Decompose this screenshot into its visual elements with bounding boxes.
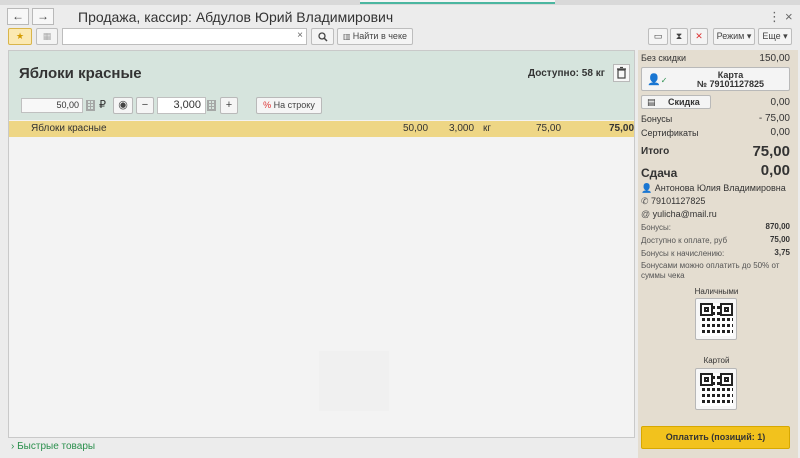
cash-label: Наличными xyxy=(694,287,739,296)
customer-bonuses-label: Бонусы: xyxy=(641,223,671,232)
person-icon: 👤 xyxy=(641,183,655,193)
user-check-icon: 👤✓ xyxy=(647,74,668,86)
product-name: Яблоки красные xyxy=(19,65,142,82)
pay-button[interactable]: Оплатить (позиций: 1) xyxy=(641,426,790,449)
available-to-pay-label: Доступно к оплате, руб xyxy=(641,236,728,245)
no-discount-label: Без скидки xyxy=(641,53,687,63)
accrual-value: 3,75 xyxy=(774,248,790,257)
total-value: 75,00 xyxy=(752,143,790,160)
customer-phone: 79101127825 xyxy=(651,196,706,206)
customer-bonuses-value: 870,00 xyxy=(765,222,790,231)
close-icon[interactable]: × xyxy=(785,9,793,24)
available-to-pay-value: 75,00 xyxy=(769,235,790,244)
at-sign-icon: @ xyxy=(641,209,653,219)
accrual-label: Бонусы к начислению: xyxy=(641,249,725,258)
row-name: Яблоки красные xyxy=(31,123,107,134)
cancel-x-icon[interactable]: ✕ xyxy=(690,28,708,45)
customer-email: yulicha@mail.ru xyxy=(652,209,717,219)
certificates-value: 0,00 xyxy=(770,127,790,138)
grid-icon[interactable]: ▦ xyxy=(36,28,58,45)
row-sum: 75,00 xyxy=(536,123,562,134)
comment-icon[interactable]: ▭ xyxy=(648,28,668,45)
plus-button[interactable]: + xyxy=(220,97,238,114)
eye-icon[interactable]: ◉ xyxy=(113,97,133,114)
row-unit: кг xyxy=(483,123,492,134)
active-tab[interactable] xyxy=(360,0,555,4)
window-title: Продажа, кассир: Абдулов Юрий Владимиров… xyxy=(78,9,394,25)
to-row-button[interactable]: % На строку xyxy=(256,97,322,114)
summary-panel: Без скидки 150,00 👤✓ Карта № 79101127825… xyxy=(638,50,798,458)
certificates-label: Сертификаты xyxy=(641,128,699,138)
search-input[interactable]: × xyxy=(62,28,307,45)
mode-label: Режим xyxy=(716,31,745,41)
loyalty-card-button[interactable]: 👤✓ Карта № 79101127825 xyxy=(641,67,790,91)
barcode-icon: ▥ xyxy=(343,32,353,41)
empty-area xyxy=(319,351,389,411)
row-price: 50,00 xyxy=(403,123,429,134)
forward-button[interactable]: → xyxy=(32,8,54,25)
card-qr-button[interactable] xyxy=(695,368,737,410)
toolbar: ★ ▦ × ▥ Найти в чеке ▭ ⧗ ✕ Режим ▾ Еще ▾ xyxy=(0,28,800,48)
more-vert-icon[interactable]: ⋮ xyxy=(768,9,781,25)
title-bar: ← → Продажа, кассир: Абдулов Юрий Владим… xyxy=(0,5,800,29)
qr-code-icon xyxy=(700,303,733,336)
bonuses-label: Бонусы xyxy=(641,114,673,124)
customer-name: Антонова Юлия Владимировна xyxy=(654,183,786,193)
bonus-note: Бонусами можно оплатить до 50% от суммы … xyxy=(641,261,780,280)
customer-email-row: @ yulicha@mail.ru xyxy=(641,209,717,219)
phone-icon: ✆ xyxy=(641,196,652,206)
minus-button[interactable]: − xyxy=(136,97,154,114)
clear-search-icon[interactable]: × xyxy=(297,30,303,41)
more-label: Еще xyxy=(762,31,781,41)
product-card: Яблоки красные Доступно: 58 кг 50,00 ₽ ◉… xyxy=(9,51,634,120)
hourglass-icon[interactable]: ⧗ xyxy=(670,28,688,45)
card-pay-label: Картой xyxy=(703,356,730,365)
discount-value: 0,00 xyxy=(770,97,790,108)
receipt-panel: Яблоки красные Доступно: 58 кг 50,00 ₽ ◉… xyxy=(8,50,635,438)
quick-goods-label: Быстрые товары xyxy=(17,441,96,452)
no-discount-value: 150,00 xyxy=(759,53,790,64)
total-label: Итого xyxy=(641,146,670,157)
calculator-icon[interactable] xyxy=(86,100,95,111)
price-input[interactable]: 50,00 xyxy=(21,98,83,113)
favorites-star-icon[interactable]: ★ xyxy=(8,28,32,45)
find-in-receipt-button[interactable]: ▥ Найти в чеке xyxy=(337,28,413,45)
mode-dropdown[interactable]: Режим ▾ xyxy=(713,28,755,45)
chevron-down-icon: ▾ xyxy=(780,31,788,41)
cash-qr-button[interactable] xyxy=(695,298,737,340)
table-row[interactable]: Яблоки красные 50,00 3,000 кг 75,00 75,0… xyxy=(9,121,634,137)
discount-label: Скидка xyxy=(668,97,700,107)
ruble-sign: ₽ xyxy=(99,99,106,111)
change-label: Сдача xyxy=(641,166,678,180)
search-icon[interactable] xyxy=(311,28,334,45)
more-dropdown[interactable]: Еще ▾ xyxy=(758,28,792,45)
row-total: 75,00 xyxy=(609,123,635,134)
customer-name-row: 👤 Антонова Юлия Владимировна xyxy=(641,183,786,194)
back-button[interactable]: ← xyxy=(7,8,29,25)
discount-icon: ▤ xyxy=(647,97,656,107)
quantity-input[interactable]: 3,000 xyxy=(157,97,206,114)
change-value: 0,00 xyxy=(760,162,790,179)
percent-icon: % xyxy=(263,100,272,110)
trash-icon[interactable] xyxy=(613,64,630,82)
bonuses-value: - 75,00 xyxy=(758,113,790,124)
quick-goods-link[interactable]: › Быстрые товары xyxy=(11,441,95,452)
customer-phone-row: ✆ 79101127825 xyxy=(641,196,705,207)
row-qty: 3,000 xyxy=(449,123,475,134)
stock-available: Доступно: 58 кг xyxy=(528,68,605,79)
card-number: № 79101127825 xyxy=(696,79,765,89)
to-row-label: На строку xyxy=(273,100,315,110)
calculator-icon[interactable] xyxy=(207,100,216,111)
discount-button[interactable]: ▤ Скидка xyxy=(641,95,711,109)
chevron-down-icon: ▾ xyxy=(744,31,752,41)
qr-code-icon xyxy=(700,373,733,406)
find-in-receipt-label: Найти в чеке xyxy=(352,31,407,41)
